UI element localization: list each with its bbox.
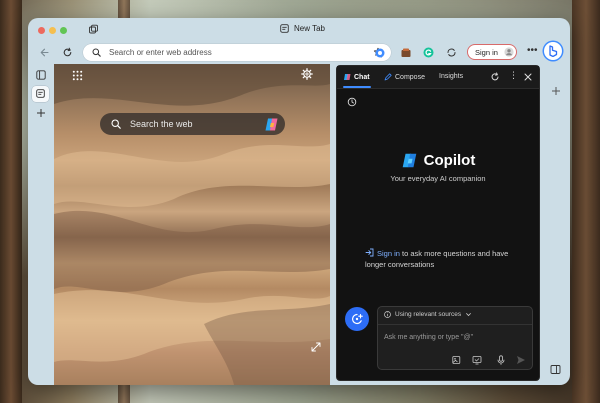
maximize-window-button[interactable]: [60, 27, 67, 34]
web-search-placeholder: Search the web: [130, 119, 193, 129]
info-icon: [384, 311, 391, 318]
address-placeholder: Search or enter web address: [109, 48, 212, 57]
history-icon[interactable]: [347, 97, 357, 107]
close-panel-icon[interactable]: [524, 73, 532, 81]
vertical-tabs-toggle-icon[interactable]: [36, 70, 46, 80]
sign-in-label: Sign in: [475, 48, 498, 57]
more-menu-icon[interactable]: •••: [527, 45, 538, 56]
web-search-box[interactable]: Search the web: [100, 113, 285, 135]
panel-more-options-icon[interactable]: ⋮: [509, 70, 518, 81]
search-icon: [92, 48, 101, 57]
page-settings-gear-icon[interactable]: [301, 68, 313, 80]
new-tab-page-icon: [36, 89, 45, 98]
sign-in-button[interactable]: Sign in: [467, 44, 517, 60]
expand-arrows-icon[interactable]: [311, 342, 321, 352]
composer-divider: [378, 324, 532, 325]
copilot-logo-icon: [402, 153, 416, 168]
active-tab-indicator: [343, 86, 371, 88]
background-tree-trunk: [572, 0, 600, 403]
chat-composer: Using relevant sources Ask me anything o…: [377, 306, 533, 370]
copilot-tagline: Your everyday AI companion: [390, 174, 486, 183]
grid-dots-icon: [72, 70, 83, 81]
workspaces-icon[interactable]: [88, 24, 99, 35]
search-icon: [111, 119, 121, 129]
tab-chat-label: Chat: [354, 73, 370, 81]
add-image-icon[interactable]: [452, 355, 462, 365]
app-launcher-icon[interactable]: [72, 68, 83, 81]
sign-in-link[interactable]: Sign in: [377, 249, 400, 258]
collections-icon[interactable]: [400, 47, 412, 59]
grammarly-extension-icon[interactable]: [423, 47, 434, 58]
vertical-tabs-sidebar: [28, 64, 54, 385]
tab-compose-label: Compose: [395, 73, 425, 81]
sign-in-prompt: Sign in to ask more questions and have l…: [365, 248, 521, 270]
right-sidebar: [542, 64, 570, 385]
new-chat-icon: [351, 313, 363, 325]
add-app-plus-icon[interactable]: [551, 86, 561, 96]
refresh-conversation-icon[interactable]: [490, 72, 500, 82]
tab-insights[interactable]: Insights: [439, 73, 463, 80]
new-tab-page-icon: [280, 24, 289, 33]
back-arrow-icon[interactable]: [39, 47, 50, 58]
microphone-icon[interactable]: [496, 355, 506, 365]
copilot-title: Copilot: [423, 152, 476, 169]
background-tree-trunk: [0, 0, 22, 403]
close-window-button[interactable]: [38, 27, 45, 34]
screenshot-icon[interactable]: [472, 355, 482, 365]
new-tab-page: Search the web: [54, 64, 330, 385]
send-icon[interactable]: [516, 355, 526, 365]
tab-chat[interactable]: Chat: [343, 73, 370, 81]
chat-input[interactable]: Ask me anything or type "@": [384, 334, 473, 341]
bing-b-icon: [549, 45, 558, 57]
profile-avatar-icon: [504, 47, 514, 57]
toolbar: Search or enter web address Sign in •••: [28, 42, 570, 64]
copilot-panel: Chat Compose Insights ⋮ Copilot Your eve…: [336, 65, 540, 381]
sources-label: Using relevant sources: [395, 311, 462, 318]
address-bar[interactable]: Search or enter web address: [83, 44, 391, 61]
copilot-sidebar-button[interactable]: [544, 42, 562, 60]
new-topic-button[interactable]: [345, 307, 369, 331]
extension-puzzle-icon[interactable]: [374, 47, 386, 59]
copilot-brand: Copilot: [337, 152, 539, 174]
minimize-window-button[interactable]: [49, 27, 56, 34]
compose-pen-icon: [384, 73, 392, 81]
title-bar: New Tab: [28, 18, 570, 42]
split-screen-icon[interactable]: [550, 364, 561, 375]
sign-in-arrow-icon: [365, 248, 374, 257]
browser-essentials-icon[interactable]: [446, 47, 457, 58]
copilot-header: Chat Compose Insights ⋮: [337, 66, 539, 89]
browser-window: New Tab Search or enter web address Sign…: [28, 18, 570, 385]
tab-title: New Tab: [294, 24, 325, 33]
refresh-icon[interactable]: [62, 47, 73, 58]
new-tab-plus-icon[interactable]: [36, 108, 46, 118]
active-tab[interactable]: New Tab: [280, 24, 325, 33]
sidebar-tab-new-tab[interactable]: [32, 86, 49, 102]
tab-compose[interactable]: Compose: [384, 73, 425, 81]
tab-insights-label: Insights: [439, 73, 464, 80]
copilot-logo-icon[interactable]: [264, 117, 279, 132]
chat-icon: [344, 74, 351, 80]
sources-selector[interactable]: Using relevant sources: [384, 311, 472, 318]
chevron-down-icon: [466, 313, 472, 317]
